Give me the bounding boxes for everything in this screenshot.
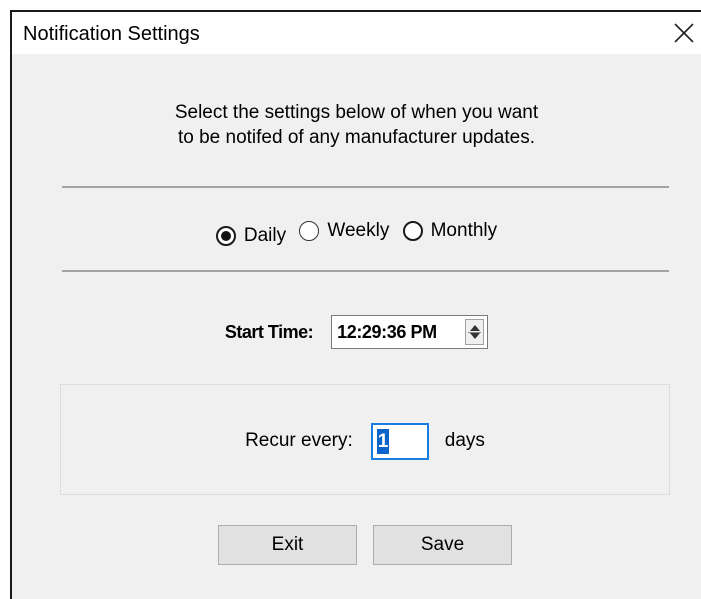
- spinner-down-icon[interactable]: [470, 333, 481, 339]
- time-spinner[interactable]: [465, 319, 485, 345]
- start-time-picker[interactable]: 12:29:36 PM: [331, 315, 489, 349]
- spinner-up-icon[interactable]: [470, 325, 481, 331]
- recur-panel: Recur every: 1 days: [60, 384, 670, 495]
- radio-daily-label: Daily: [243, 225, 287, 246]
- recur-interval-input[interactable]: 1: [370, 422, 429, 460]
- notification-settings-dialog: Notification Settings Select the setting…: [10, 10, 701, 599]
- start-time-value[interactable]: 12:29:36 PM: [332, 322, 437, 343]
- recur-interval-value[interactable]: 1: [376, 428, 390, 454]
- recur-unit: days: [444, 430, 485, 451]
- recur-label: Recur every:: [245, 430, 353, 451]
- title-bar: Notification Settings: [12, 12, 701, 54]
- close-icon: [674, 23, 694, 43]
- radio-selected-dot: [220, 231, 231, 241]
- radio-weekly[interactable]: Weekly: [299, 220, 389, 242]
- intro-text: Select the settings below of when you wa…: [12, 100, 701, 150]
- radio-weekly-label: Weekly: [327, 220, 390, 241]
- radio-daily[interactable]: Daily: [215, 225, 287, 247]
- frequency-radio-group: Daily Weekly Monthly: [12, 220, 701, 250]
- divider-top: [62, 186, 669, 188]
- divider-bottom: [62, 270, 669, 272]
- exit-button[interactable]: Exit: [218, 525, 357, 565]
- radio-monthly-button[interactable]: [402, 221, 423, 241]
- intro-line-1: Select the settings below of when you wa…: [174, 102, 539, 123]
- radio-monthly-label: Monthly: [430, 220, 498, 241]
- radio-weekly-button[interactable]: [299, 221, 320, 241]
- radio-daily-button[interactable]: [215, 226, 236, 246]
- close-button[interactable]: [669, 18, 699, 48]
- start-time-row: Start Time: 12:29:36 PM: [12, 313, 701, 351]
- intro-line-2: to be notifed of any manufacturer update…: [177, 127, 535, 148]
- save-button[interactable]: Save: [373, 525, 512, 565]
- radio-monthly[interactable]: Monthly: [402, 220, 498, 242]
- start-time-label: Start Time:: [224, 321, 314, 342]
- window-title: Notification Settings: [23, 23, 200, 45]
- recur-row: Recur every: 1 days: [61, 421, 669, 461]
